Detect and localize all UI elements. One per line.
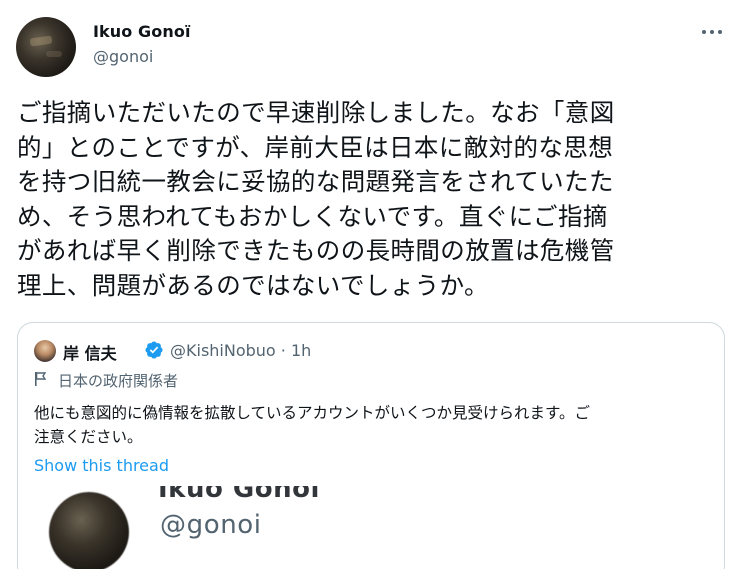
quoted-text: 他にも意図的に偽情報を拡散しているアカウントがいくつか見受けられます。ご 注意く…: [34, 401, 710, 449]
quoted-text-line: 他にも意図的に偽情報を拡散しているアカウントがいくつか見受けられます。ご: [34, 404, 590, 422]
quoted-media-image[interactable]: Ikuo Gonoï @gonoi: [18, 486, 724, 569]
author-avatar[interactable]: [16, 17, 76, 77]
show-thread-link[interactable]: Show this thread: [34, 456, 169, 475]
tweet: Ikuo Gonoï @gonoi ご指摘いただいたので早速削除しました。なお「…: [0, 0, 732, 569]
media-avatar: [49, 492, 129, 569]
author-handle[interactable]: @gonoi: [93, 47, 153, 66]
tweet-text: ご指摘いただいたので早速削除しました。なお「意図 的」とのことですが、岸前大臣は…: [17, 96, 717, 304]
tweet-text-line: 的」とのことですが、岸前大臣は日本に敵対的な思想: [17, 132, 614, 162]
more-horizontal-icon[interactable]: [700, 28, 724, 36]
media-name: Ikuo Gonoï: [158, 486, 320, 504]
tweet-text-line: ご指摘いただいたので早速削除しました。なお「意図: [17, 98, 615, 127]
tweet-text-line: め、そう思われてもおかしくないです。直ぐにご指摘: [17, 201, 608, 231]
author-name[interactable]: Ikuo Gonoï: [93, 22, 191, 41]
tweet-text-line: 理上、問題があるのではないでしょうか。: [17, 270, 489, 300]
government-label[interactable]: 日本の政府関係者: [58, 370, 178, 391]
media-handle: @gonoi: [160, 510, 262, 540]
tweet-text-line: があれば早く削除できたものの長時間の放置は危機管: [17, 236, 615, 266]
tweet-text-line: を持つ旧統一教会に妥協的な問題発言をされていたた: [17, 167, 614, 197]
flag-icon: [35, 372, 47, 386]
quoted-tweet[interactable]: 岸 信夫 @KishiNobuo · 1h 日本の政府関係者 他にも意図的に偽情…: [17, 322, 725, 569]
quoted-handle-time[interactable]: @KishiNobuo · 1h: [170, 341, 311, 360]
quoted-text-line: 注意ください。: [34, 428, 143, 446]
quoted-author-avatar[interactable]: [34, 340, 56, 362]
quoted-author-name[interactable]: 岸 信夫: [63, 340, 117, 364]
verified-badge-icon: [145, 341, 163, 359]
